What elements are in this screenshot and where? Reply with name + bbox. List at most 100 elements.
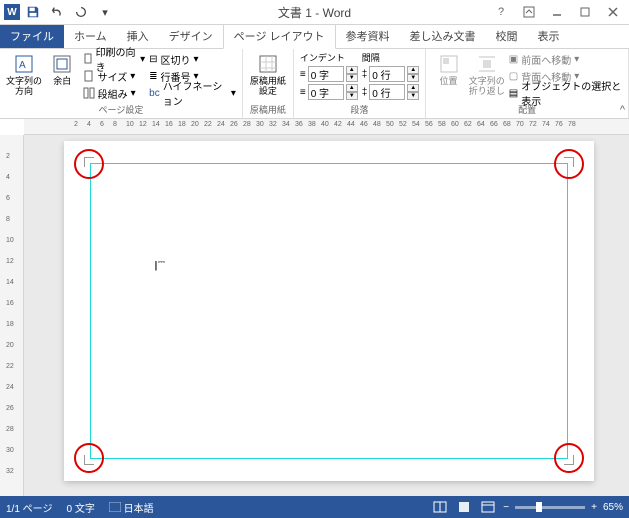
- text-direction-button[interactable]: A 文字列の 方向: [6, 51, 42, 102]
- ruler-tick: 16: [6, 300, 14, 307]
- zoom-in-button[interactable]: +: [591, 502, 597, 513]
- ruler-tick: 32: [6, 468, 14, 475]
- size-icon: [83, 70, 95, 82]
- tab-references[interactable]: 参考資料: [336, 24, 400, 48]
- web-layout-icon[interactable]: [479, 499, 497, 515]
- indent-left-spinner[interactable]: ≡▲▼: [300, 66, 358, 82]
- spacing-label: 間隔: [362, 51, 420, 64]
- vertical-ruler[interactable]: 2468101214161820222426283032: [0, 135, 24, 496]
- margins-icon: [51, 53, 73, 75]
- ruler-tick: 46: [360, 121, 368, 128]
- qat-dropdown-icon[interactable]: ▾: [94, 2, 116, 22]
- print-layout-icon[interactable]: [455, 499, 473, 515]
- status-page[interactable]: 1/1 ページ: [6, 500, 52, 515]
- collapse-ribbon-icon[interactable]: ^: [620, 104, 625, 116]
- tab-view[interactable]: 表示: [528, 24, 570, 48]
- horizontal-ruler[interactable]: 2468101214161820222426283032343638404244…: [24, 119, 629, 135]
- group-label-paragraph: 段落: [300, 102, 419, 116]
- ruler-tick: 16: [165, 121, 173, 128]
- send-backward-button: ▢背面へ移動 ▾: [509, 68, 622, 84]
- ruler-tick: 8: [6, 216, 10, 223]
- read-mode-icon[interactable]: [431, 499, 449, 515]
- tab-review[interactable]: 校閲: [486, 24, 528, 48]
- orientation-button[interactable]: 印刷の向き ▾: [83, 51, 146, 67]
- indent-label: インデント: [300, 51, 358, 64]
- ruler-tick: 28: [6, 426, 14, 433]
- ruler-tick: 18: [6, 321, 14, 328]
- wrap-button: 文字列の 折り返し: [469, 51, 505, 102]
- hyphenation-button[interactable]: bcハイフネーション ▾: [149, 85, 236, 101]
- ruler-tick: 54: [412, 121, 420, 128]
- ruler-tick: 78: [568, 121, 576, 128]
- ruler-tick: 60: [451, 121, 459, 128]
- ruler-tick: 24: [217, 121, 225, 128]
- ruler-tick: 10: [6, 237, 14, 244]
- page[interactable]: I⎓: [64, 141, 594, 481]
- indent-right-spinner[interactable]: ≡▲▼: [300, 84, 358, 100]
- ruler-tick: 10: [126, 121, 134, 128]
- ruler-tick: 72: [529, 121, 537, 128]
- title-bar: W ▾ 文書 1 - Word ?: [0, 0, 629, 25]
- indent-left-icon: ≡: [300, 69, 306, 80]
- save-icon[interactable]: [22, 2, 44, 22]
- ruler-tick: 24: [6, 384, 14, 391]
- tab-file[interactable]: ファイル: [0, 24, 64, 48]
- zoom-slider[interactable]: [515, 506, 585, 509]
- zoom-out-button[interactable]: −: [503, 502, 509, 513]
- ruler-tick: 20: [191, 121, 199, 128]
- ruler-tick: 32: [269, 121, 277, 128]
- ruler-tick: 56: [425, 121, 433, 128]
- margins-button[interactable]: 余白: [46, 51, 79, 102]
- manuscript-button[interactable]: 原稿用紙 設定: [249, 51, 287, 102]
- proofing-icon: [109, 502, 121, 512]
- columns-button[interactable]: 段組み ▾: [83, 85, 146, 101]
- help-icon[interactable]: ?: [487, 2, 515, 22]
- bring-forward-icon: ▣: [509, 54, 518, 65]
- ruler-tick: 70: [516, 121, 524, 128]
- tab-design[interactable]: デザイン: [159, 24, 223, 48]
- orientation-icon: [83, 53, 93, 65]
- selection-pane-icon: ▤: [509, 88, 518, 99]
- tab-mailings[interactable]: 差し込み文書: [400, 24, 486, 48]
- selection-pane-button[interactable]: ▤オブジェクトの選択と表示: [509, 85, 622, 101]
- maximize-icon[interactable]: [571, 2, 599, 22]
- status-lang[interactable]: 日本語: [109, 500, 154, 515]
- margin-guide: [90, 163, 568, 459]
- size-button[interactable]: サイズ ▾: [83, 68, 146, 84]
- ruler-tick: 66: [490, 121, 498, 128]
- ruler-tick: 48: [373, 121, 381, 128]
- ruler-tick: 8: [113, 121, 117, 128]
- bring-forward-button: ▣前面へ移動 ▾: [509, 51, 622, 67]
- ribbon-tabs: ファイル ホーム 挿入 デザイン ページ レイアウト 参考資料 差し込み文書 校…: [0, 25, 629, 49]
- ruler-tick: 12: [6, 258, 14, 265]
- spacing-after-spinner[interactable]: ‡▲▼: [362, 84, 420, 100]
- undo-icon[interactable]: [46, 2, 68, 22]
- text-cursor: I⎓: [154, 257, 165, 274]
- ruler-tick: 4: [87, 121, 91, 128]
- ruler-tick: 22: [204, 121, 212, 128]
- ruler-tick: 22: [6, 363, 14, 370]
- columns-icon: [83, 87, 95, 99]
- window-title: 文書 1 - Word: [278, 4, 351, 21]
- ruler-tick: 6: [6, 195, 10, 202]
- ruler-tick: 50: [386, 121, 394, 128]
- tab-page-layout[interactable]: ページ レイアウト: [223, 23, 336, 49]
- close-icon[interactable]: [599, 2, 627, 22]
- ribbon-options-icon[interactable]: [515, 2, 543, 22]
- spacing-before-icon: ‡: [362, 69, 368, 80]
- ruler-tick: 52: [399, 121, 407, 128]
- spacing-after-icon: ‡: [362, 87, 368, 98]
- minimize-icon[interactable]: [543, 2, 571, 22]
- zoom-level[interactable]: 65%: [603, 502, 623, 513]
- ruler-tick: 64: [477, 121, 485, 128]
- indent-right-icon: ≡: [300, 87, 306, 98]
- ruler-tick: 42: [334, 121, 342, 128]
- redo-icon[interactable]: [70, 2, 92, 22]
- breaks-button[interactable]: ⊟区切り ▾: [149, 51, 236, 67]
- ruler-tick: 62: [464, 121, 472, 128]
- hyphenation-icon: bc: [149, 88, 160, 99]
- page-scroll[interactable]: I⎓: [24, 135, 629, 496]
- status-words[interactable]: 0 文字: [66, 500, 94, 515]
- ruler-tick: 34: [282, 121, 290, 128]
- spacing-before-spinner[interactable]: ‡▲▼: [362, 66, 420, 82]
